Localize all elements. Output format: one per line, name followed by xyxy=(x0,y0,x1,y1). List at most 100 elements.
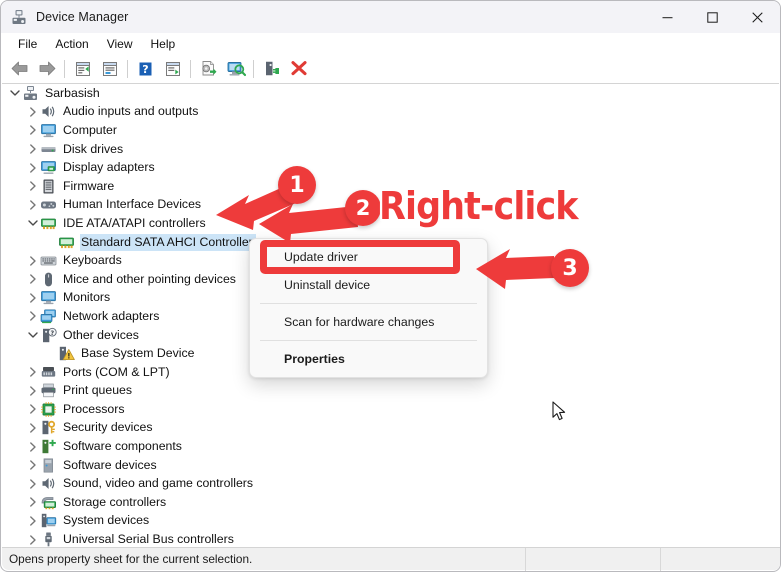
tree-item-label: System devices xyxy=(63,513,150,528)
chevron-right-icon[interactable] xyxy=(26,121,40,139)
tree-item-label: Network adapters xyxy=(63,308,160,323)
tree-item-label: Software components xyxy=(63,439,182,454)
ide-controller-icon xyxy=(58,234,75,251)
context-menu[interactable]: Update driver Uninstall device Scan for … xyxy=(249,238,488,378)
monitor-icon xyxy=(40,289,57,306)
chevron-down-icon[interactable] xyxy=(26,214,40,232)
processor-icon xyxy=(40,401,57,418)
chevron-right-icon[interactable] xyxy=(26,512,40,530)
context-menu-item-scan-for-hardware-changes[interactable]: Scan for hardware changes xyxy=(250,308,487,336)
context-menu-separator xyxy=(260,303,477,304)
chevron-down-icon[interactable] xyxy=(26,326,40,344)
tree-item-label: Keyboards xyxy=(63,253,122,268)
tree-item-label: Software devices xyxy=(63,457,157,472)
chevron-right-icon[interactable] xyxy=(26,493,40,511)
chevron-right-icon[interactable] xyxy=(26,307,40,325)
tree-item-human-interface-devices[interactable]: Human Interface Devices xyxy=(2,196,779,215)
chevron-right-icon[interactable] xyxy=(26,456,40,474)
context-menu-separator xyxy=(260,340,477,341)
chevron-right-icon[interactable] xyxy=(26,438,40,456)
tree-item-software-components[interactable]: Software components xyxy=(2,437,779,456)
menu-file[interactable]: File xyxy=(9,35,46,53)
tree-item-storage-controllers[interactable]: Storage controllers xyxy=(2,493,779,512)
context-menu-item-uninstall-device[interactable]: Uninstall device xyxy=(250,271,487,299)
tree-item-label: Print queues xyxy=(63,383,133,398)
chevron-right-icon[interactable] xyxy=(26,382,40,400)
maximize-icon[interactable] xyxy=(690,1,735,33)
window-title: Device Manager xyxy=(36,10,129,24)
chevron-right-icon[interactable] xyxy=(26,531,40,548)
chevron-right-icon[interactable] xyxy=(26,475,40,493)
system-device-icon xyxy=(40,512,57,529)
tree-item-display-adapters[interactable]: Display adapters xyxy=(2,158,779,177)
unknown-device-warning-icon xyxy=(58,345,75,362)
menu-action[interactable]: Action xyxy=(46,35,97,53)
menu-help[interactable]: Help xyxy=(142,35,185,53)
context-menu-item-properties[interactable]: Properties xyxy=(250,345,487,373)
chevron-right-icon[interactable] xyxy=(26,103,40,121)
tree-item-sound-video-and-game-controllers[interactable]: Sound, video and game controllers xyxy=(2,474,779,493)
tree-item-label: Standard SATA AHCI Controller xyxy=(80,233,256,251)
software-component-icon xyxy=(40,438,57,455)
tree-item-label: Security devices xyxy=(63,420,153,435)
close-icon[interactable] xyxy=(735,1,780,33)
tree-item-system-devices[interactable]: System devices xyxy=(2,512,779,531)
keyboard-icon xyxy=(40,252,57,269)
storage-controller-icon xyxy=(40,494,57,511)
view-devices-icon[interactable] xyxy=(159,57,186,81)
disable-device-icon[interactable] xyxy=(258,57,285,81)
software-device-icon xyxy=(40,457,57,474)
tree-item-software-devices[interactable]: Software devices xyxy=(2,456,779,475)
chevron-right-icon[interactable] xyxy=(26,252,40,270)
chevron-right-icon[interactable] xyxy=(26,289,40,307)
svg-text:?: ? xyxy=(142,63,148,76)
status-pane-2 xyxy=(526,547,661,571)
firmware-icon xyxy=(40,178,57,195)
tree-item-security-devices[interactable]: Security devices xyxy=(2,419,779,438)
speaker-icon xyxy=(40,475,57,492)
back-icon[interactable] xyxy=(6,57,33,81)
svg-text:?: ? xyxy=(50,330,54,337)
properties-icon[interactable] xyxy=(96,57,123,81)
chevron-right-icon[interactable] xyxy=(26,270,40,288)
tree-item-print-queues[interactable]: Print queues xyxy=(2,382,779,401)
context-menu-item-update-driver[interactable]: Update driver xyxy=(250,243,487,271)
chevron-right-icon[interactable] xyxy=(26,177,40,195)
chevron-down-icon[interactable] xyxy=(8,84,22,102)
usb-icon xyxy=(40,531,57,548)
tree-item-label: Disk drives xyxy=(63,141,124,156)
chevron-right-icon[interactable] xyxy=(26,400,40,418)
tree-item-processors[interactable]: Processors xyxy=(2,400,779,419)
chevron-right-icon[interactable] xyxy=(26,196,40,214)
other-device-icon: ? xyxy=(40,327,57,344)
help-icon[interactable]: ? xyxy=(132,57,159,81)
gamepad-icon xyxy=(40,196,57,213)
chevron-right-icon[interactable] xyxy=(26,419,40,437)
toolbar: ? xyxy=(1,55,780,82)
tree-item-label: Human Interface Devices xyxy=(63,197,202,212)
menu-bar: File Action View Help xyxy=(1,33,780,55)
tree-item-audio-inputs-and-outputs[interactable]: Audio inputs and outputs xyxy=(2,103,779,122)
tree-item-disk-drives[interactable]: Disk drives xyxy=(2,140,779,159)
forward-icon[interactable] xyxy=(33,57,60,81)
show-hidden-devices-icon[interactable] xyxy=(69,57,96,81)
chevron-right-icon[interactable] xyxy=(26,140,40,158)
tree-item-ide-ata-atapi-controllers[interactable]: IDE ATA/ATAPI controllers xyxy=(2,214,779,233)
tree-item-sarbasish[interactable]: Sarbasish xyxy=(2,84,779,103)
toolbar-separator xyxy=(190,59,191,78)
toolbar-separator xyxy=(64,59,65,78)
scan-for-hardware-changes-icon[interactable] xyxy=(222,57,249,81)
status-bar: Opens property sheet for the current sel… xyxy=(2,547,780,571)
title-bar: Device Manager xyxy=(1,1,780,33)
update-driver-icon[interactable] xyxy=(195,57,222,81)
tree-item-computer[interactable]: Computer xyxy=(2,121,779,140)
menu-view[interactable]: View xyxy=(98,35,142,53)
tree-item-universal-serial-bus-controllers[interactable]: Universal Serial Bus controllers xyxy=(2,530,779,548)
minimize-icon[interactable] xyxy=(645,1,690,33)
chevron-right-icon[interactable] xyxy=(26,159,40,177)
uninstall-device-icon[interactable] xyxy=(285,57,312,81)
chevron-right-icon[interactable] xyxy=(26,363,40,381)
tree-item-firmware[interactable]: Firmware xyxy=(2,177,779,196)
mouse-icon xyxy=(40,271,57,288)
